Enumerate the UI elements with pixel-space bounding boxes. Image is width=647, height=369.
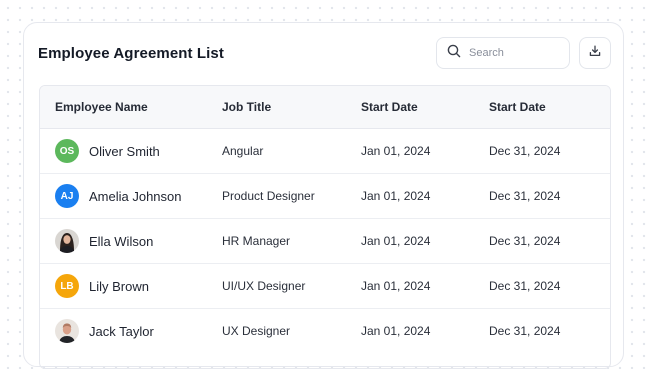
column-header-job-title[interactable]: Job Title <box>222 100 271 114</box>
job-title: UI/UX Designer <box>222 279 306 293</box>
employee-name: Jack Taylor <box>89 323 154 339</box>
avatar: LB <box>55 274 79 298</box>
column-header-start-date[interactable]: Start Date <box>361 100 418 114</box>
employee-cell: AJ Amelia Johnson <box>55 184 182 208</box>
employee-table: Employee Name Job Title Start Date Start… <box>39 85 611 369</box>
end-date: Dec 31, 2024 <box>489 234 561 248</box>
table-row[interactable]: Jack Taylor UX Designer Jan 01, 2024 Dec… <box>40 309 610 353</box>
table-row[interactable]: OS Oliver Smith Angular Jan 01, 2024 Dec… <box>40 129 610 174</box>
download-button[interactable] <box>579 37 611 69</box>
job-title: HR Manager <box>222 234 291 248</box>
download-icon <box>589 44 601 62</box>
search-input[interactable] <box>469 47 559 59</box>
table-row[interactable]: AJ Amelia Johnson Product Designer Jan 0… <box>40 174 610 219</box>
avatar: AJ <box>55 184 79 208</box>
search-icon <box>447 44 461 63</box>
end-date: Dec 31, 2024 <box>489 324 561 338</box>
avatar: OS <box>55 139 79 163</box>
table-row[interactable]: Ella Wilson HR Manager Jan 01, 2024 Dec … <box>40 219 610 264</box>
job-title: Angular <box>222 144 264 158</box>
employee-name: Amelia Johnson <box>89 188 182 204</box>
employee-name: Ella Wilson <box>89 233 154 249</box>
start-date: Jan 01, 2024 <box>361 144 431 158</box>
search-box[interactable] <box>436 37 570 69</box>
column-header-employee-name[interactable]: Employee Name <box>55 100 148 114</box>
employee-name: Lily Brown <box>89 278 149 294</box>
employee-cell: Ella Wilson <box>55 229 153 253</box>
employee-cell: Jack Taylor <box>55 319 154 343</box>
avatar-photo <box>55 319 79 343</box>
card-title: Employee Agreement List <box>38 45 224 62</box>
employee-cell: OS Oliver Smith <box>55 139 160 163</box>
column-header-end-date[interactable]: Start Date <box>489 100 546 114</box>
table-row[interactable]: LB Lily Brown UI/UX Designer Jan 01, 202… <box>40 264 610 309</box>
start-date: Jan 01, 2024 <box>361 279 431 293</box>
job-title: UX Designer <box>222 324 291 338</box>
job-title: Product Designer <box>222 189 315 203</box>
table-header: Employee Name Job Title Start Date Start… <box>40 86 610 129</box>
avatar-photo <box>55 229 79 253</box>
start-date: Jan 01, 2024 <box>361 189 431 203</box>
end-date: Dec 31, 2024 <box>489 279 561 293</box>
start-date: Jan 01, 2024 <box>361 234 431 248</box>
start-date: Jan 01, 2024 <box>361 324 431 338</box>
end-date: Dec 31, 2024 <box>489 189 561 203</box>
end-date: Dec 31, 2024 <box>489 144 561 158</box>
employee-agreement-card: Employee Agreement List Employee Name Jo… <box>23 22 624 369</box>
employee-name: Oliver Smith <box>89 143 160 159</box>
employee-cell: LB Lily Brown <box>55 274 149 298</box>
